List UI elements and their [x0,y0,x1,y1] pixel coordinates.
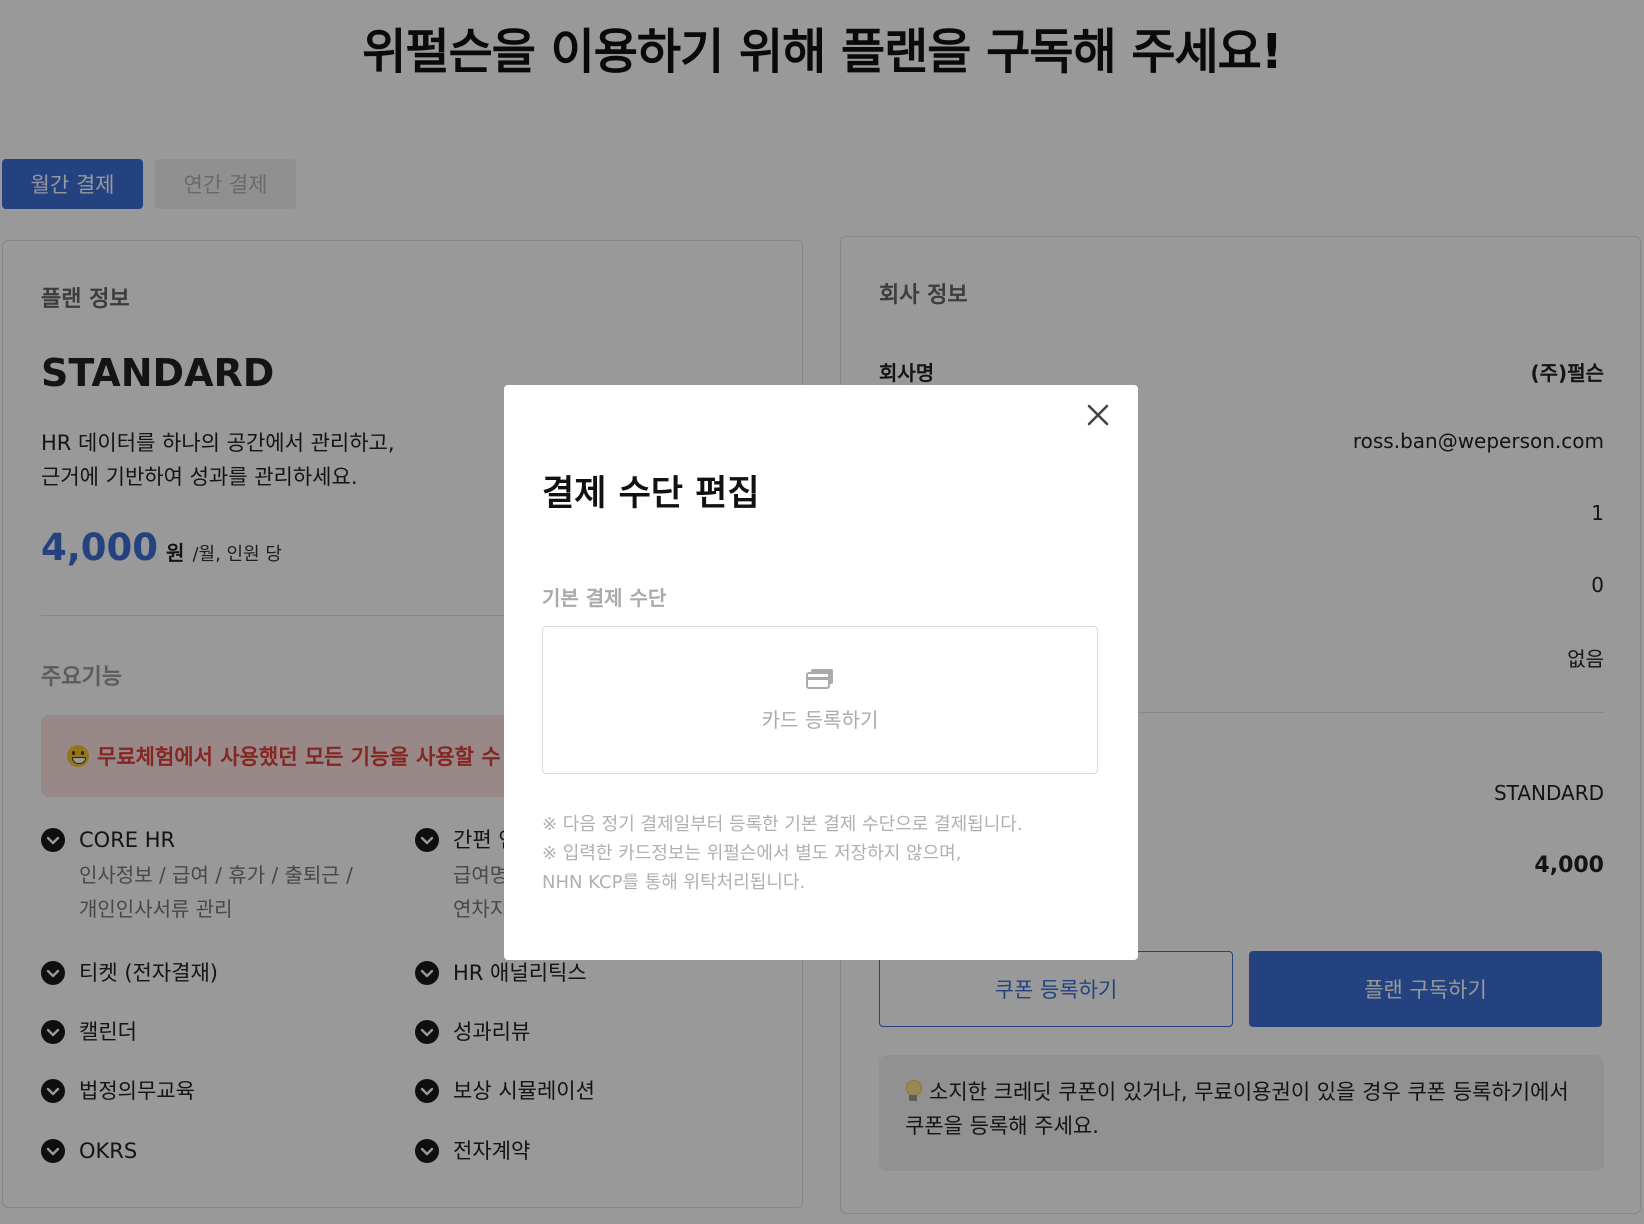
register-card-label: 카드 등록하기 [761,707,879,732]
default-payment-label: 기본 결제 수단 [542,586,667,610]
register-card-button[interactable]: 카드 등록하기 [542,626,1098,774]
card-icon [806,668,834,694]
modal-notes: ※ 다음 정기 결제일부터 등록한 기본 결제 수단으로 결제됩니다. ※ 입력… [542,810,1023,897]
subscription-page: 위펄슨을 이용하기 위해 플랜을 구독해 주세요! 월간 결제 연간 결제 플랜… [0,0,1644,1224]
modal-note: ※ 다음 정기 결제일부터 등록한 기본 결제 수단으로 결제됩니다. [542,814,1023,835]
modal-note: ※ 입력한 카드정보는 위펄슨에서 별도 저장하지 않으며, [542,843,962,864]
modal-note: NHN KCP를 통해 위탁처리됩니다. [542,872,806,893]
modal-title: 결제 수단 편집 [542,474,760,514]
payment-method-modal: 결제 수단 편집 기본 결제 수단 카드 등록하기 ※ 다음 정기 결제일부터 … [504,385,1138,960]
close-icon[interactable] [1080,397,1116,433]
